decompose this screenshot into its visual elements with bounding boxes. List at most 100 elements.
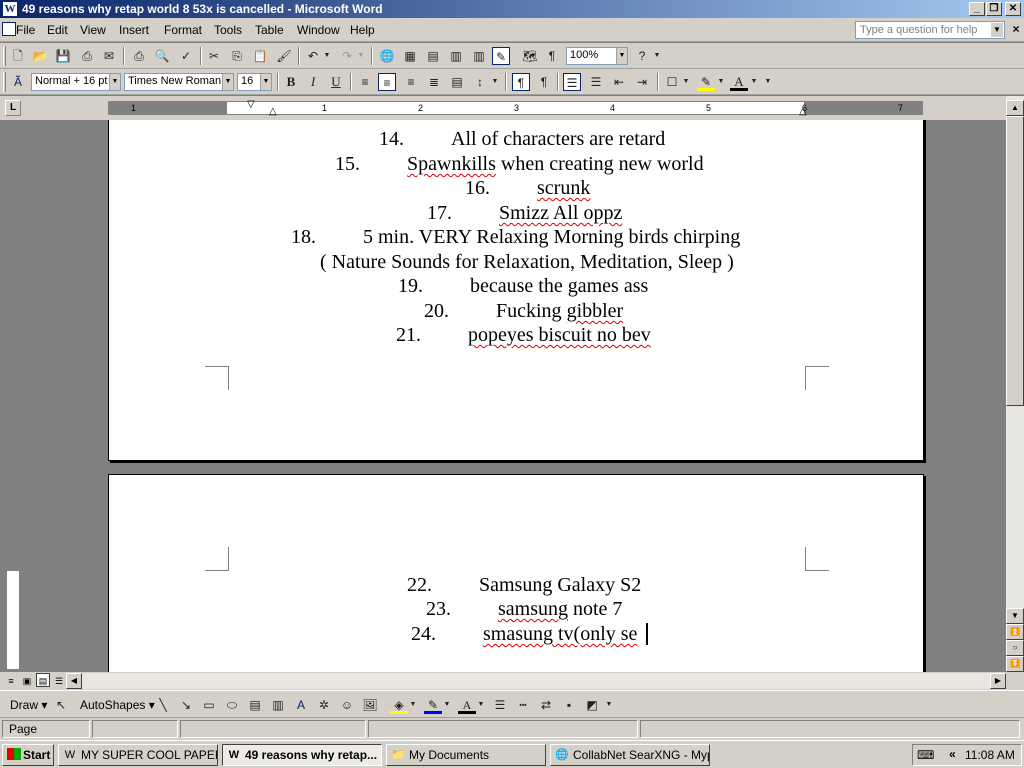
minimize-button[interactable]: _ bbox=[969, 2, 985, 16]
ask-question-input[interactable]: Type a question for help ▼ bbox=[855, 21, 1005, 39]
new-document-icon[interactable]: 🗋 bbox=[9, 47, 27, 65]
chevron-down-icon[interactable]: ▼ bbox=[442, 696, 452, 714]
wordart-icon[interactable]: A bbox=[292, 696, 310, 714]
chevron-down-icon[interactable]: ▼ bbox=[476, 696, 486, 714]
spelling-error[interactable]: gibbler bbox=[567, 300, 624, 322]
scrollbar-thumb[interactable] bbox=[1006, 116, 1024, 406]
draw-menu-button[interactable]: Draw ▾ bbox=[10, 698, 47, 712]
menu-help[interactable]: Help bbox=[350, 23, 375, 37]
font-size-select[interactable]: 16 ▼ bbox=[237, 73, 272, 91]
list-text[interactable]: smasung tv(only se bbox=[483, 622, 637, 646]
menu-edit[interactable]: Edit bbox=[47, 23, 68, 37]
restore-button[interactable]: ❐ bbox=[986, 2, 1002, 16]
right-indent-marker[interactable]: △ bbox=[799, 106, 807, 117]
tables-borders-icon[interactable]: ▦ bbox=[401, 47, 419, 65]
document-page[interactable]: 22. Samsung Galaxy S2 23. samsung note 7… bbox=[108, 474, 924, 672]
print-icon[interactable]: ⎙ bbox=[130, 47, 148, 65]
clip-art-icon[interactable]: ☺ bbox=[338, 696, 356, 714]
line-color-icon[interactable]: ✎ bbox=[424, 696, 442, 714]
start-button[interactable]: Start bbox=[2, 744, 54, 766]
print-layout-view-button[interactable]: ▤ bbox=[36, 673, 50, 687]
taskbar-button-active[interactable]: W 49 reasons why retap... bbox=[222, 744, 382, 766]
open-folder-icon[interactable]: 📂 bbox=[31, 47, 49, 65]
spelling-icon[interactable]: ✓ bbox=[177, 47, 195, 65]
hyperlink-icon[interactable]: 🌐 bbox=[378, 47, 396, 65]
chevron-down-icon[interactable]: ▼ bbox=[716, 73, 726, 91]
hanging-indent-marker[interactable]: △ bbox=[269, 106, 277, 117]
arrow-style-icon[interactable]: ⇄ bbox=[537, 696, 555, 714]
line-style-icon[interactable]: ☰ bbox=[491, 696, 509, 714]
chevron-down-icon[interactable]: ▼ bbox=[322, 47, 332, 65]
chevron-down-icon[interactable]: ▼ bbox=[991, 23, 1003, 37]
clock[interactable]: 11:08 AM bbox=[965, 748, 1015, 762]
menu-window[interactable]: Window bbox=[297, 23, 340, 37]
rtl-text-icon[interactable]: ¶ bbox=[535, 73, 553, 91]
previous-page-button[interactable]: ⏫ bbox=[1006, 624, 1024, 640]
close-button[interactable]: ✕ bbox=[1005, 2, 1021, 16]
tab-selector-button[interactable]: L bbox=[5, 100, 21, 116]
chevron-down-icon[interactable]: ▼ bbox=[109, 74, 120, 90]
menu-insert[interactable]: Insert bbox=[119, 23, 149, 37]
word-app-icon[interactable]: W bbox=[2, 1, 18, 17]
align-right-icon[interactable]: ≡ bbox=[402, 73, 420, 91]
toolbar-options-icon[interactable]: ▼ bbox=[652, 47, 662, 65]
outline-view-button[interactable]: ☰ bbox=[52, 673, 66, 687]
close-document-button[interactable]: × bbox=[1009, 22, 1023, 36]
vertical-text-box-icon[interactable]: ▥ bbox=[269, 696, 287, 714]
toolbar-grip[interactable] bbox=[3, 46, 6, 66]
autoshapes-menu-button[interactable]: AutoShapes ▾ bbox=[80, 698, 155, 712]
document-icon[interactable] bbox=[2, 22, 16, 36]
taskbar-button[interactable]: 📁 My Documents bbox=[386, 744, 546, 766]
font-color-icon[interactable]: A bbox=[730, 73, 748, 91]
increase-indent-icon[interactable]: ⇥ bbox=[633, 73, 651, 91]
3d-style-icon[interactable]: ◩ bbox=[583, 696, 601, 714]
insert-excel-icon[interactable]: ▥ bbox=[447, 47, 465, 65]
align-left-icon[interactable]: ≡ bbox=[356, 73, 374, 91]
document-map-icon[interactable]: 🗺 bbox=[521, 47, 539, 65]
permission-icon[interactable]: ⎙ bbox=[78, 47, 96, 65]
oval-icon[interactable]: ⬭ bbox=[223, 696, 241, 714]
web-layout-view-button[interactable]: ▣ bbox=[20, 673, 34, 687]
normal-view-button[interactable]: ≡ bbox=[4, 673, 18, 687]
copy-icon[interactable]: ⎘ bbox=[228, 47, 246, 65]
taskbar-button[interactable]: W MY SUPER COOL PAPER ... bbox=[58, 744, 218, 766]
horizontal-scrollbar[interactable]: ◀ ▶ bbox=[66, 673, 1006, 689]
menu-file[interactable]: File bbox=[16, 23, 35, 37]
zoom-select[interactable]: 100% ▼ bbox=[566, 47, 628, 65]
chevron-down-icon[interactable]: ▼ bbox=[222, 74, 233, 90]
taskbar-button[interactable]: 🌐 CollabNet SearXNG - Mypal bbox=[550, 744, 710, 766]
text-box-icon[interactable]: ▤ bbox=[246, 696, 264, 714]
scroll-down-button[interactable]: ▼ bbox=[1006, 608, 1024, 624]
horizontal-ruler[interactable]: 1 1 2 3 4 5 6 7 ▽ △ △ bbox=[108, 99, 923, 117]
align-center-icon[interactable]: ≡ bbox=[378, 73, 396, 91]
toolbar-grip[interactable] bbox=[3, 72, 6, 92]
underline-button[interactable]: U bbox=[327, 73, 345, 91]
diagram-icon[interactable]: ✲ bbox=[315, 696, 333, 714]
ltr-text-icon[interactable]: ¶ bbox=[512, 73, 530, 91]
menu-format[interactable]: Format bbox=[164, 23, 202, 37]
chevron-down-icon[interactable]: ▼ bbox=[260, 74, 271, 90]
menu-table[interactable]: Table bbox=[255, 23, 284, 37]
chevron-down-icon[interactable]: ▼ bbox=[490, 73, 500, 91]
paste-icon[interactable]: 📋 bbox=[251, 47, 269, 65]
decrease-indent-icon[interactable]: ⇤ bbox=[610, 73, 628, 91]
email-icon[interactable]: ✉ bbox=[100, 47, 118, 65]
next-page-button[interactable]: ⏬ bbox=[1006, 656, 1024, 672]
insert-table-icon[interactable]: ▤ bbox=[424, 47, 442, 65]
chevron-down-icon[interactable]: ▼ bbox=[408, 696, 418, 714]
scroll-right-button[interactable]: ▶ bbox=[990, 673, 1006, 689]
cut-icon[interactable]: ✂ bbox=[205, 47, 223, 65]
select-objects-icon[interactable]: ↖ bbox=[52, 696, 70, 714]
justify-icon[interactable]: ≣ bbox=[425, 73, 443, 91]
columns-icon[interactable]: ▥ bbox=[470, 47, 488, 65]
chevron-down-icon[interactable]: ▼ bbox=[681, 73, 691, 91]
drawing-icon[interactable]: ✎ bbox=[492, 47, 510, 65]
vertical-ruler[interactable] bbox=[6, 475, 20, 670]
line-spacing-icon[interactable]: ↕ bbox=[471, 73, 489, 91]
undo-icon[interactable]: ↶ bbox=[304, 47, 322, 65]
list-text[interactable]: scrunk bbox=[537, 176, 590, 200]
list-text[interactable]: Smizz All oppz bbox=[499, 201, 622, 225]
line-icon[interactable]: ╲ bbox=[154, 696, 172, 714]
shadow-style-icon[interactable]: ▪ bbox=[560, 696, 578, 714]
keyboard-icon[interactable]: ⌨ bbox=[917, 748, 934, 762]
